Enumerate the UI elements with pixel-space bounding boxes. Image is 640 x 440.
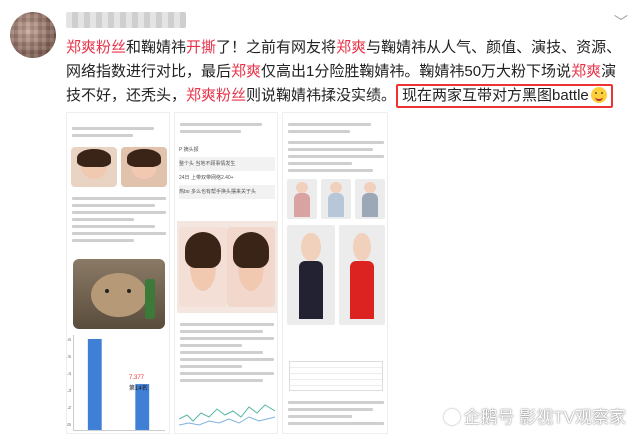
photo-girl	[339, 225, 385, 325]
post-text-segment: 和鞠婧祎	[126, 39, 187, 56]
post-image-1[interactable]: 7.6 7.5 7.4 7.3 7.2 7.15 7.377 第14名	[66, 112, 170, 434]
bar-chart: 7.6 7.5 7.4 7.3 7.2 7.15	[67, 335, 165, 431]
tag-zhengshuang[interactable]: 郑爽	[336, 39, 366, 56]
tag-zhengshuang[interactable]: 郑爽	[231, 63, 261, 80]
tag-zhengshuang-fans[interactable]: 郑爽粉丝	[186, 87, 246, 104]
data-table	[289, 361, 383, 391]
photo-pair	[177, 221, 277, 313]
penguin-icon	[443, 409, 460, 425]
text-line	[288, 123, 372, 126]
watermark-text: 企鹅号 影视TV观察家	[463, 408, 626, 427]
text-line	[180, 123, 262, 126]
photo-face	[71, 147, 117, 187]
y-tick-label: 7.6	[66, 337, 71, 343]
photo-girl	[287, 179, 317, 219]
bar-rank-label: 第14名	[129, 386, 148, 392]
highlight-text: 现在两家互带对方黑图battle	[402, 87, 589, 104]
y-tick-label: 7.15	[66, 422, 71, 428]
avatar[interactable]	[10, 12, 56, 58]
post-text-segment: 则说鞠婧祎揉没实绩。	[246, 87, 397, 104]
tag-kaisi[interactable]: 开撕	[186, 39, 216, 56]
username-blurred[interactable]	[66, 12, 186, 28]
text-line	[72, 127, 154, 130]
post-text-segment: 了！之前有网友将	[216, 39, 337, 56]
text-line	[288, 130, 351, 133]
bar-0	[87, 338, 102, 430]
chevron-down-icon[interactable]: ﹀	[614, 12, 628, 32]
text-line: 热bo 多么也有帮手换头摆来关于头	[179, 185, 275, 199]
y-tick-label: 7.2	[66, 405, 71, 411]
text-line: 整个头 当地不顾事情发生	[179, 157, 275, 171]
bar-value-label: 7.377	[129, 375, 145, 381]
tag-zhengshuang-fans[interactable]: 郑爽粉丝	[66, 39, 126, 56]
post-text: 郑爽粉丝和鞠婧祎开撕了！之前有网友将郑爽与鞠婧祎从人气、颜值、演技、资源、网络指…	[66, 36, 628, 108]
watermark: 企鹅号 影视TV观察家	[443, 403, 626, 428]
photo-girl	[321, 179, 351, 219]
text-line: 24日 上带双带网络2.40+	[179, 175, 234, 181]
y-tick-label: 7.4	[66, 371, 71, 377]
post-text-segment: 仅高出1分险胜鞠婧祎。鞠婧祎50万大粉下场说	[261, 63, 572, 80]
bottle	[145, 279, 155, 319]
text-line	[180, 130, 242, 133]
text-line	[72, 134, 134, 137]
image-grid: 7.6 7.5 7.4 7.3 7.2 7.15 7.377 第14名 P 摘头报 整个头…	[66, 112, 388, 434]
line-chart	[179, 404, 275, 426]
smile-emoji-icon	[590, 87, 607, 103]
y-tick-label: 7.5	[66, 354, 71, 360]
photo-face	[121, 147, 167, 187]
photo-girl	[287, 225, 335, 325]
text-line: P 摘头报	[179, 147, 199, 153]
photo-girl	[355, 179, 385, 219]
post-image-3[interactable]	[282, 112, 388, 434]
y-tick-label: 7.3	[66, 388, 71, 394]
post-image-2[interactable]: P 摘头报 整个头 当地不顾事情发生 24日 上带双带网络2.40+ 热bo 多…	[174, 112, 278, 434]
tag-zhengshuang[interactable]: 郑爽	[571, 63, 601, 80]
highlighted-sentence: 现在两家互带对方黑图battle	[396, 84, 613, 108]
